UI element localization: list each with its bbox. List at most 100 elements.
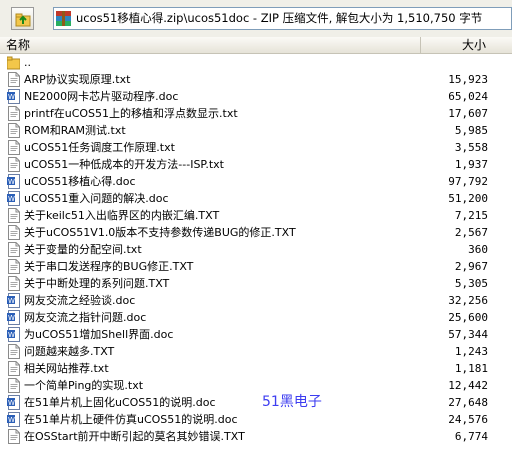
file-name: 关于keilc51入出临界区的内嵌汇编.TXT: [24, 209, 220, 222]
list-item[interactable]: printf在uCOS51上的移植和浮点数显示.txt 17,607: [0, 105, 500, 122]
list-item[interactable]: WuCOS51重入问题的解决.doc 51,200: [0, 190, 500, 207]
list-item[interactable]: 一个简单Ping的实现.txt 12,442: [0, 377, 500, 394]
list-item[interactable]: uCOS51任务调度工作原理.txt 3,558: [0, 139, 500, 156]
up-folder-icon: [15, 13, 31, 27]
text-file-icon: [8, 157, 20, 172]
file-name: uCOS51移植心得.doc: [24, 175, 136, 188]
file-name: 在51单片机上固化uCOS51的说明.doc: [24, 396, 216, 409]
word-document-icon: W: [7, 327, 20, 342]
word-document-icon: W: [7, 412, 20, 427]
text-file-icon: [8, 259, 20, 274]
list-item[interactable]: uCOS51一种低成本的开发方法---ISP.txt 1,937: [0, 156, 500, 173]
file-size: 5,305: [454, 277, 488, 290]
toolbar: ucos51移植心得.zip\ucos51doc - ZIP 压缩文件, 解包大…: [0, 0, 512, 37]
file-size: 27,648: [448, 396, 488, 409]
file-name: 在51单片机上硬件仿真uCOS51的说明.doc: [24, 413, 238, 426]
folder-up-icon: [7, 56, 20, 70]
file-name: 问题越来越多.TXT: [24, 345, 115, 358]
file-name: 网友交流之经验谈.doc: [24, 294, 136, 307]
file-name: 关于中断处理的系列问题.TXT: [24, 277, 170, 290]
file-size: 1,937: [454, 158, 488, 171]
archive-path-text: ucos51移植心得.zip\ucos51doc - ZIP 压缩文件, 解包大…: [76, 11, 483, 25]
list-item[interactable]: ROM和RAM测试.txt 5,985: [0, 122, 500, 139]
list-item[interactable]: 关于串口发送程序的BUG修正.TXT 2,967: [0, 258, 500, 275]
list-item[interactable]: 关于变量的分配空间.txt 360: [0, 241, 500, 258]
list-item[interactable]: 在OSStart前开中断引起的莫名其妙错误.TXT 6,774: [0, 428, 500, 445]
list-item[interactable]: 关于中断处理的系列问题.TXT 5,305: [0, 275, 500, 292]
file-name: 关于变量的分配空间.txt: [24, 243, 142, 256]
file-size: 2,967: [454, 260, 488, 273]
file-size: 2,567: [454, 226, 488, 239]
text-file-icon: [8, 106, 20, 121]
up-folder-button[interactable]: [11, 7, 34, 30]
file-size: 1,243: [454, 345, 488, 358]
file-size: 57,344: [448, 328, 488, 341]
parent-folder-label: ..: [24, 56, 31, 69]
file-name: uCOS51一种低成本的开发方法---ISP.txt: [24, 158, 224, 171]
file-name: ARP协议实现原理.txt: [24, 73, 131, 86]
file-name: 关于串口发送程序的BUG修正.TXT: [24, 260, 194, 273]
text-file-icon: [8, 361, 20, 376]
svg-text:W: W: [8, 178, 15, 186]
size-column-header[interactable]: 大小: [420, 37, 492, 53]
file-name: uCOS51任务调度工作原理.txt: [24, 141, 175, 154]
text-file-icon: [8, 123, 20, 138]
text-file-icon: [8, 140, 20, 155]
file-size: 97,792: [448, 175, 488, 188]
text-file-icon: [8, 378, 20, 393]
text-file-icon: [8, 242, 20, 257]
list-item[interactable]: 相关网站推荐.txt 1,181: [0, 360, 500, 377]
text-file-icon: [8, 208, 20, 223]
list-item[interactable]: ARP协议实现原理.txt 15,923: [0, 71, 500, 88]
archive-icon: [56, 11, 71, 26]
list-item[interactable]: W 网友交流之指针问题.doc 25,600: [0, 309, 500, 326]
list-item[interactable]: 关于uCOS51V1.0版本不支持参数传递BUG的修正.TXT 2,567: [0, 224, 500, 241]
word-document-icon: W: [7, 395, 20, 410]
svg-text:W: W: [8, 314, 15, 322]
column-header: 名称 大小: [0, 37, 512, 54]
svg-text:W: W: [8, 331, 15, 339]
text-file-icon: [8, 429, 20, 444]
text-file-icon: [8, 72, 20, 87]
word-document-icon: W: [7, 191, 20, 206]
svg-text:W: W: [8, 416, 15, 424]
list-item[interactable]: W 网友交流之经验谈.doc 32,256: [0, 292, 500, 309]
list-item[interactable]: W 在51单片机上硬件仿真uCOS51的说明.doc 24,576: [0, 411, 500, 428]
word-document-icon: W: [7, 89, 20, 104]
file-size: 7,215: [454, 209, 488, 222]
file-size: 12,442: [448, 379, 488, 392]
file-size: 24,576: [448, 413, 488, 426]
svg-text:W: W: [8, 399, 15, 407]
list-item[interactable]: W 在51单片机上固化uCOS51的说明.doc 27,648: [0, 394, 500, 411]
name-column-header[interactable]: 名称: [6, 37, 416, 53]
vertical-scrollbar[interactable]: [496, 54, 512, 460]
list-item[interactable]: WuCOS51移植心得.doc 97,792: [0, 173, 500, 190]
file-name: uCOS51重入问题的解决.doc: [24, 192, 169, 205]
list-item[interactable]: 问题越来越多.TXT 1,243: [0, 343, 500, 360]
watermark-text: 51黑电子: [262, 394, 322, 410]
file-size: 1,181: [454, 362, 488, 375]
list-item[interactable]: W 为uCOS51增加Shell界面.doc 57,344: [0, 326, 500, 343]
list-item[interactable]: W NE2000网卡芯片驱动程序.doc 65,024: [0, 88, 500, 105]
file-name: 在OSStart前开中断引起的莫名其妙错误.TXT: [24, 430, 245, 443]
file-name: 相关网站推荐.txt: [24, 362, 109, 375]
file-size: 65,024: [448, 90, 488, 103]
file-name: printf在uCOS51上的移植和浮点数显示.txt: [24, 107, 238, 120]
file-size: 3,558: [454, 141, 488, 154]
file-name: 关于uCOS51V1.0版本不支持参数传递BUG的修正.TXT: [24, 226, 296, 239]
list-item[interactable]: 关于keilc51入出临界区的内嵌汇编.TXT 7,215: [0, 207, 500, 224]
file-name: 网友交流之指针问题.doc: [24, 311, 147, 324]
archive-path-field[interactable]: ucos51移植心得.zip\ucos51doc - ZIP 压缩文件, 解包大…: [53, 7, 512, 30]
file-name: 为uCOS51增加Shell界面.doc: [24, 328, 174, 341]
file-list: .. ARP协议实现原理.txt 15,923 W NE2000网卡芯片驱动程序.do…: [0, 54, 512, 445]
svg-text:W: W: [8, 93, 15, 101]
svg-text:W: W: [8, 195, 15, 203]
parent-folder-row[interactable]: ..: [0, 54, 500, 71]
file-size: 51,200: [448, 192, 488, 205]
word-document-icon: W: [7, 293, 20, 308]
file-size: 360: [468, 243, 488, 256]
file-size: 6,774: [454, 430, 488, 443]
text-file-icon: [8, 225, 20, 240]
word-document-icon: W: [7, 310, 20, 325]
file-name: 一个简单Ping的实现.txt: [24, 379, 144, 392]
